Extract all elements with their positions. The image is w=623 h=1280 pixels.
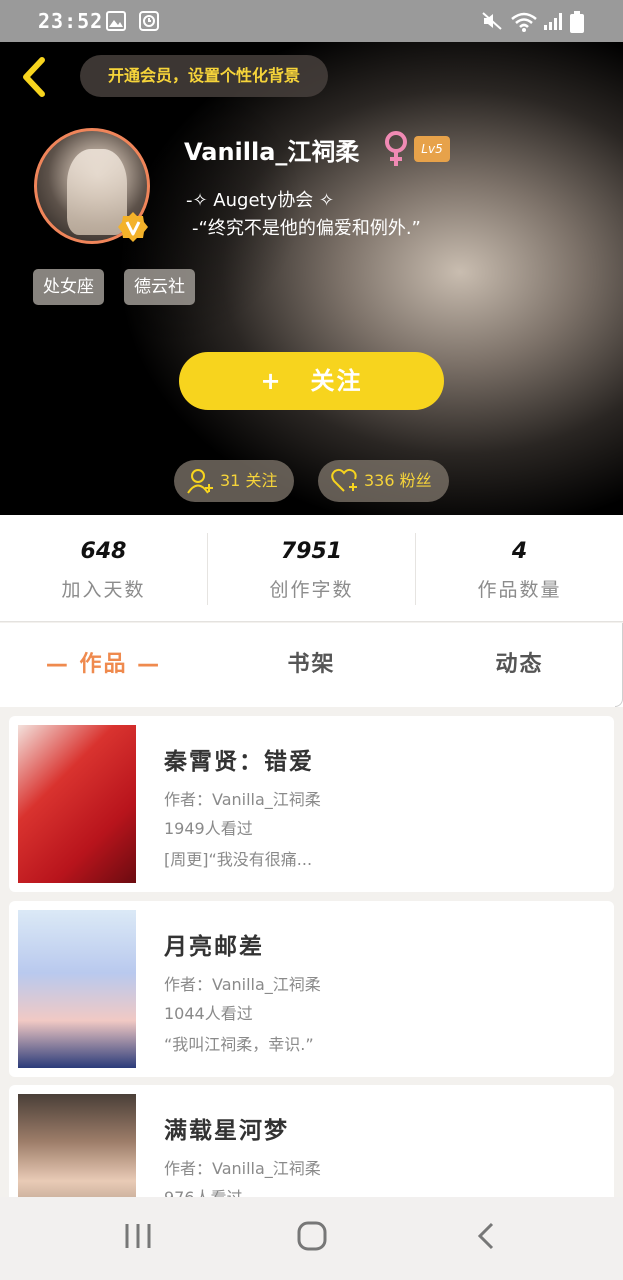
following-label: 31 关注 bbox=[220, 471, 278, 490]
recent-apps-icon[interactable] bbox=[124, 1221, 152, 1251]
level-badge: Lv5 bbox=[414, 136, 450, 162]
work-author: 作者：Vanilla_江祠柔 bbox=[164, 790, 321, 809]
work-description: [周更]“我没有很痛... bbox=[164, 850, 313, 869]
back-arrow-icon[interactable] bbox=[14, 54, 54, 100]
fans-count-button[interactable]: 336 粉丝 bbox=[318, 460, 449, 502]
tab-bookshelf[interactable]: 书架 bbox=[208, 623, 415, 707]
verified-v-badge-icon bbox=[118, 212, 148, 242]
image-icon bbox=[106, 11, 126, 31]
tag-zodiac: 处女座 bbox=[33, 269, 104, 305]
work-author: 作者：Vanilla_江祠柔 bbox=[164, 1159, 321, 1178]
vip-background-banner[interactable]: 开通会员，设置个性化背景 bbox=[80, 55, 328, 97]
status-bar: 23:52 bbox=[0, 0, 623, 42]
fans-label: 336 粉丝 bbox=[364, 471, 432, 490]
stat-works-count: 4 作品数量 bbox=[477, 539, 562, 601]
mute-icon bbox=[482, 12, 502, 30]
follow-button-label: 关注 bbox=[310, 367, 363, 395]
work-cover-image bbox=[18, 1094, 136, 1197]
work-card[interactable]: 秦霄贤：错爱 作者：Vanilla_江祠柔 1949人看过 [周更]“我没有很痛… bbox=[9, 716, 614, 892]
work-views: 1949人看过 bbox=[164, 819, 253, 838]
work-title: 满载星河梦 bbox=[164, 1118, 289, 1144]
clock-icon bbox=[139, 11, 159, 31]
tab-works[interactable]: — 作品 — bbox=[0, 623, 207, 707]
work-title: 秦霄贤：错爱 bbox=[164, 749, 314, 775]
user-plus-icon bbox=[187, 469, 213, 494]
work-views: 976人看过 bbox=[164, 1184, 243, 1197]
tag-club: 德云社 bbox=[124, 269, 195, 305]
works-list: 秦霄贤：错爱 作者：Vanilla_江祠柔 1949人看过 [周更]“我没有很痛… bbox=[0, 707, 623, 1197]
bio-line-1: -✧ Augety协会 ✧ bbox=[186, 190, 335, 211]
work-title: 月亮邮差 bbox=[164, 934, 264, 960]
home-icon[interactable] bbox=[297, 1221, 327, 1251]
battery-icon bbox=[570, 11, 584, 33]
plus-icon: + bbox=[260, 367, 283, 395]
tab-activity[interactable]: 动态 bbox=[416, 623, 623, 707]
work-author: 作者：Vanilla_江祠柔 bbox=[164, 975, 321, 994]
wifi-icon bbox=[511, 12, 537, 32]
heart-plus-icon bbox=[331, 468, 357, 492]
work-cover-image bbox=[18, 910, 136, 1068]
stats-row: 648 加入天数 7951 创作字数 4 作品数量 bbox=[0, 515, 623, 622]
work-description: “我叫江祠柔，幸识.” bbox=[164, 1035, 314, 1054]
work-cover-image bbox=[18, 725, 136, 883]
system-nav-bar bbox=[0, 1197, 623, 1280]
follow-button[interactable]: + 关注 bbox=[179, 352, 444, 410]
stat-word-count: 7951 创作字数 bbox=[269, 539, 354, 601]
work-views: 1044人看过 bbox=[164, 1004, 253, 1023]
profile-header: 开通会员，设置个性化背景 Vanilla_江祠柔 Lv5 -✧ Augety协会… bbox=[0, 42, 623, 515]
back-icon[interactable] bbox=[474, 1221, 498, 1251]
work-card[interactable]: 月亮邮差 作者：Vanilla_江祠柔 1044人看过 “我叫江祠柔，幸识.” bbox=[9, 901, 614, 1077]
status-time: 23:52 bbox=[38, 9, 104, 33]
username: Vanilla_江祠柔 bbox=[184, 138, 360, 166]
signal-icon bbox=[544, 13, 562, 30]
work-card[interactable]: 满载星河梦 作者：Vanilla_江祠柔 976人看过 bbox=[9, 1085, 614, 1197]
bio-line-2: -“终究不是他的偏爱和例外.” bbox=[192, 218, 421, 239]
profile-tabs: — 作品 — 书架 动态 bbox=[0, 623, 623, 707]
female-icon bbox=[385, 131, 407, 166]
following-count-button[interactable]: 31 关注 bbox=[174, 460, 294, 502]
stat-days-joined: 648 加入天数 bbox=[61, 539, 146, 601]
